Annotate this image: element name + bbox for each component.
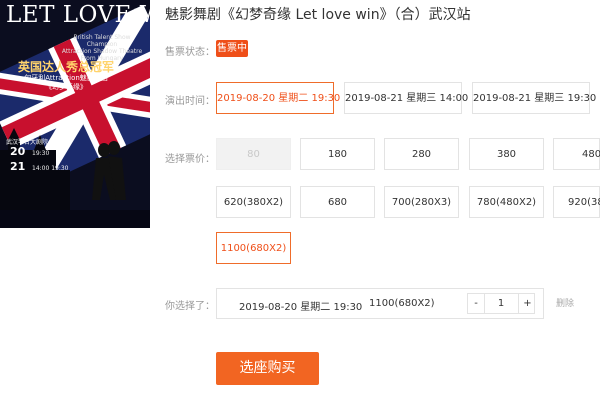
time-label: 演出时间： <box>165 96 215 107</box>
price-option-780[interactable]: 780(480X2) <box>469 186 544 218</box>
poster-cn-show-name: 《幻梦奇缘》 <box>45 83 87 91</box>
selected-date: 2019-08-20 星期二 19:30 <box>239 302 363 313</box>
poster-title: LET LOVE WIN <box>6 2 150 28</box>
poster-time-1: 19:30 <box>32 150 50 157</box>
selected-price: 1100(680X2) <box>369 298 435 309</box>
increment-button[interactable]: + <box>518 294 536 313</box>
price-option-680[interactable]: 680 <box>300 186 375 218</box>
time-option-3[interactable]: 2019-08-21 星期三 19:30 <box>472 82 596 114</box>
selected-label: 你选择了： <box>165 301 215 312</box>
price-option-380[interactable]: 380 <box>469 138 544 170</box>
quantity-value[interactable]: 1 <box>484 294 518 313</box>
select-seat-buy-button[interactable]: 选座购买 <box>216 352 319 385</box>
price-option-620[interactable]: 620(380X2) <box>216 186 291 218</box>
price-option-180[interactable]: 180 <box>300 138 375 170</box>
price-option-920[interactable]: 920(380 <box>553 186 600 218</box>
selection-summary: 2019-08-20 星期二 19:30 1100(680X2) - 1 + <box>216 288 544 319</box>
price-option-280[interactable]: 280 <box>384 138 459 170</box>
show-title: 魅影舞剧《幻梦奇缘 Let love win》（合）武汉站 <box>165 7 471 23</box>
price-option-480[interactable]: 480 <box>553 138 600 170</box>
status-badge: 售票中 <box>216 40 248 57</box>
price-label: 选择票价： <box>165 154 215 165</box>
time-option-1[interactable]: 2019-08-20 星期二 19:30 <box>216 82 340 114</box>
delete-link[interactable]: 删除 <box>556 296 574 309</box>
price-option-1100[interactable]: 1100(680X2) <box>216 232 291 264</box>
show-poster: LET LOVE WIN British Talent Show Champio… <box>0 0 150 228</box>
quantity-stepper: - 1 + <box>467 293 535 314</box>
poster-date-2: 21 <box>10 160 26 173</box>
decrement-button[interactable]: - <box>468 294 485 313</box>
poster-time-2: 14:00 19:30 <box>32 165 69 172</box>
price-option-700[interactable]: 700(280X3) <box>384 186 459 218</box>
status-label: 售票状态： <box>165 47 215 58</box>
poster-date-1: 20 <box>10 145 26 158</box>
time-option-2[interactable]: 2019-08-21 星期三 14:00 <box>344 82 468 114</box>
price-option-80[interactable]: 80 <box>216 138 291 170</box>
